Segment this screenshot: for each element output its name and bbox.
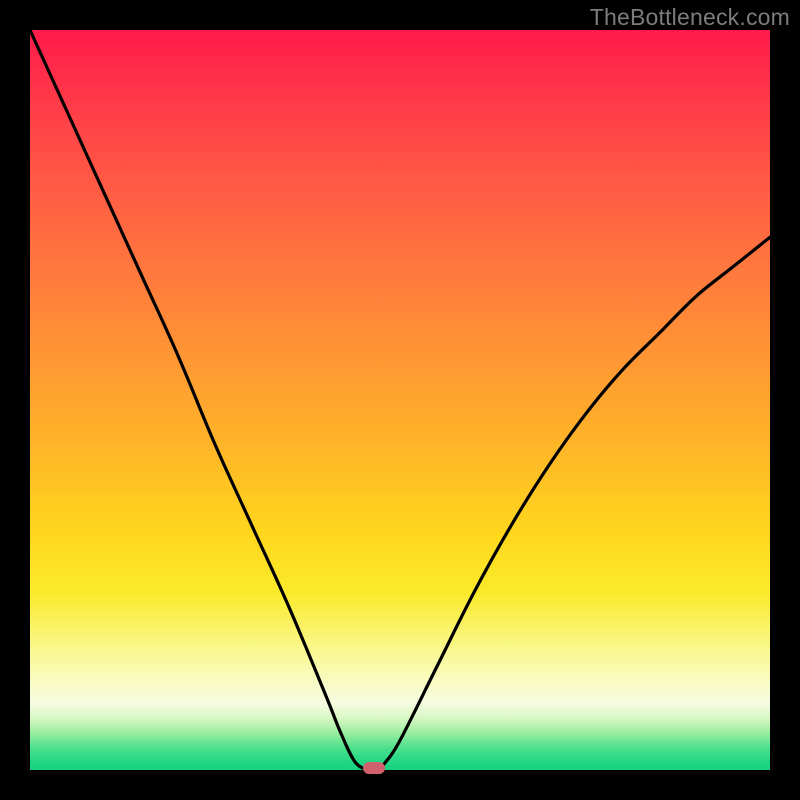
bottleneck-curve [30,30,770,770]
plot-area [30,30,770,770]
watermark-text: TheBottleneck.com [590,4,790,31]
chart-frame: TheBottleneck.com [0,0,800,800]
optimal-marker [363,762,385,774]
